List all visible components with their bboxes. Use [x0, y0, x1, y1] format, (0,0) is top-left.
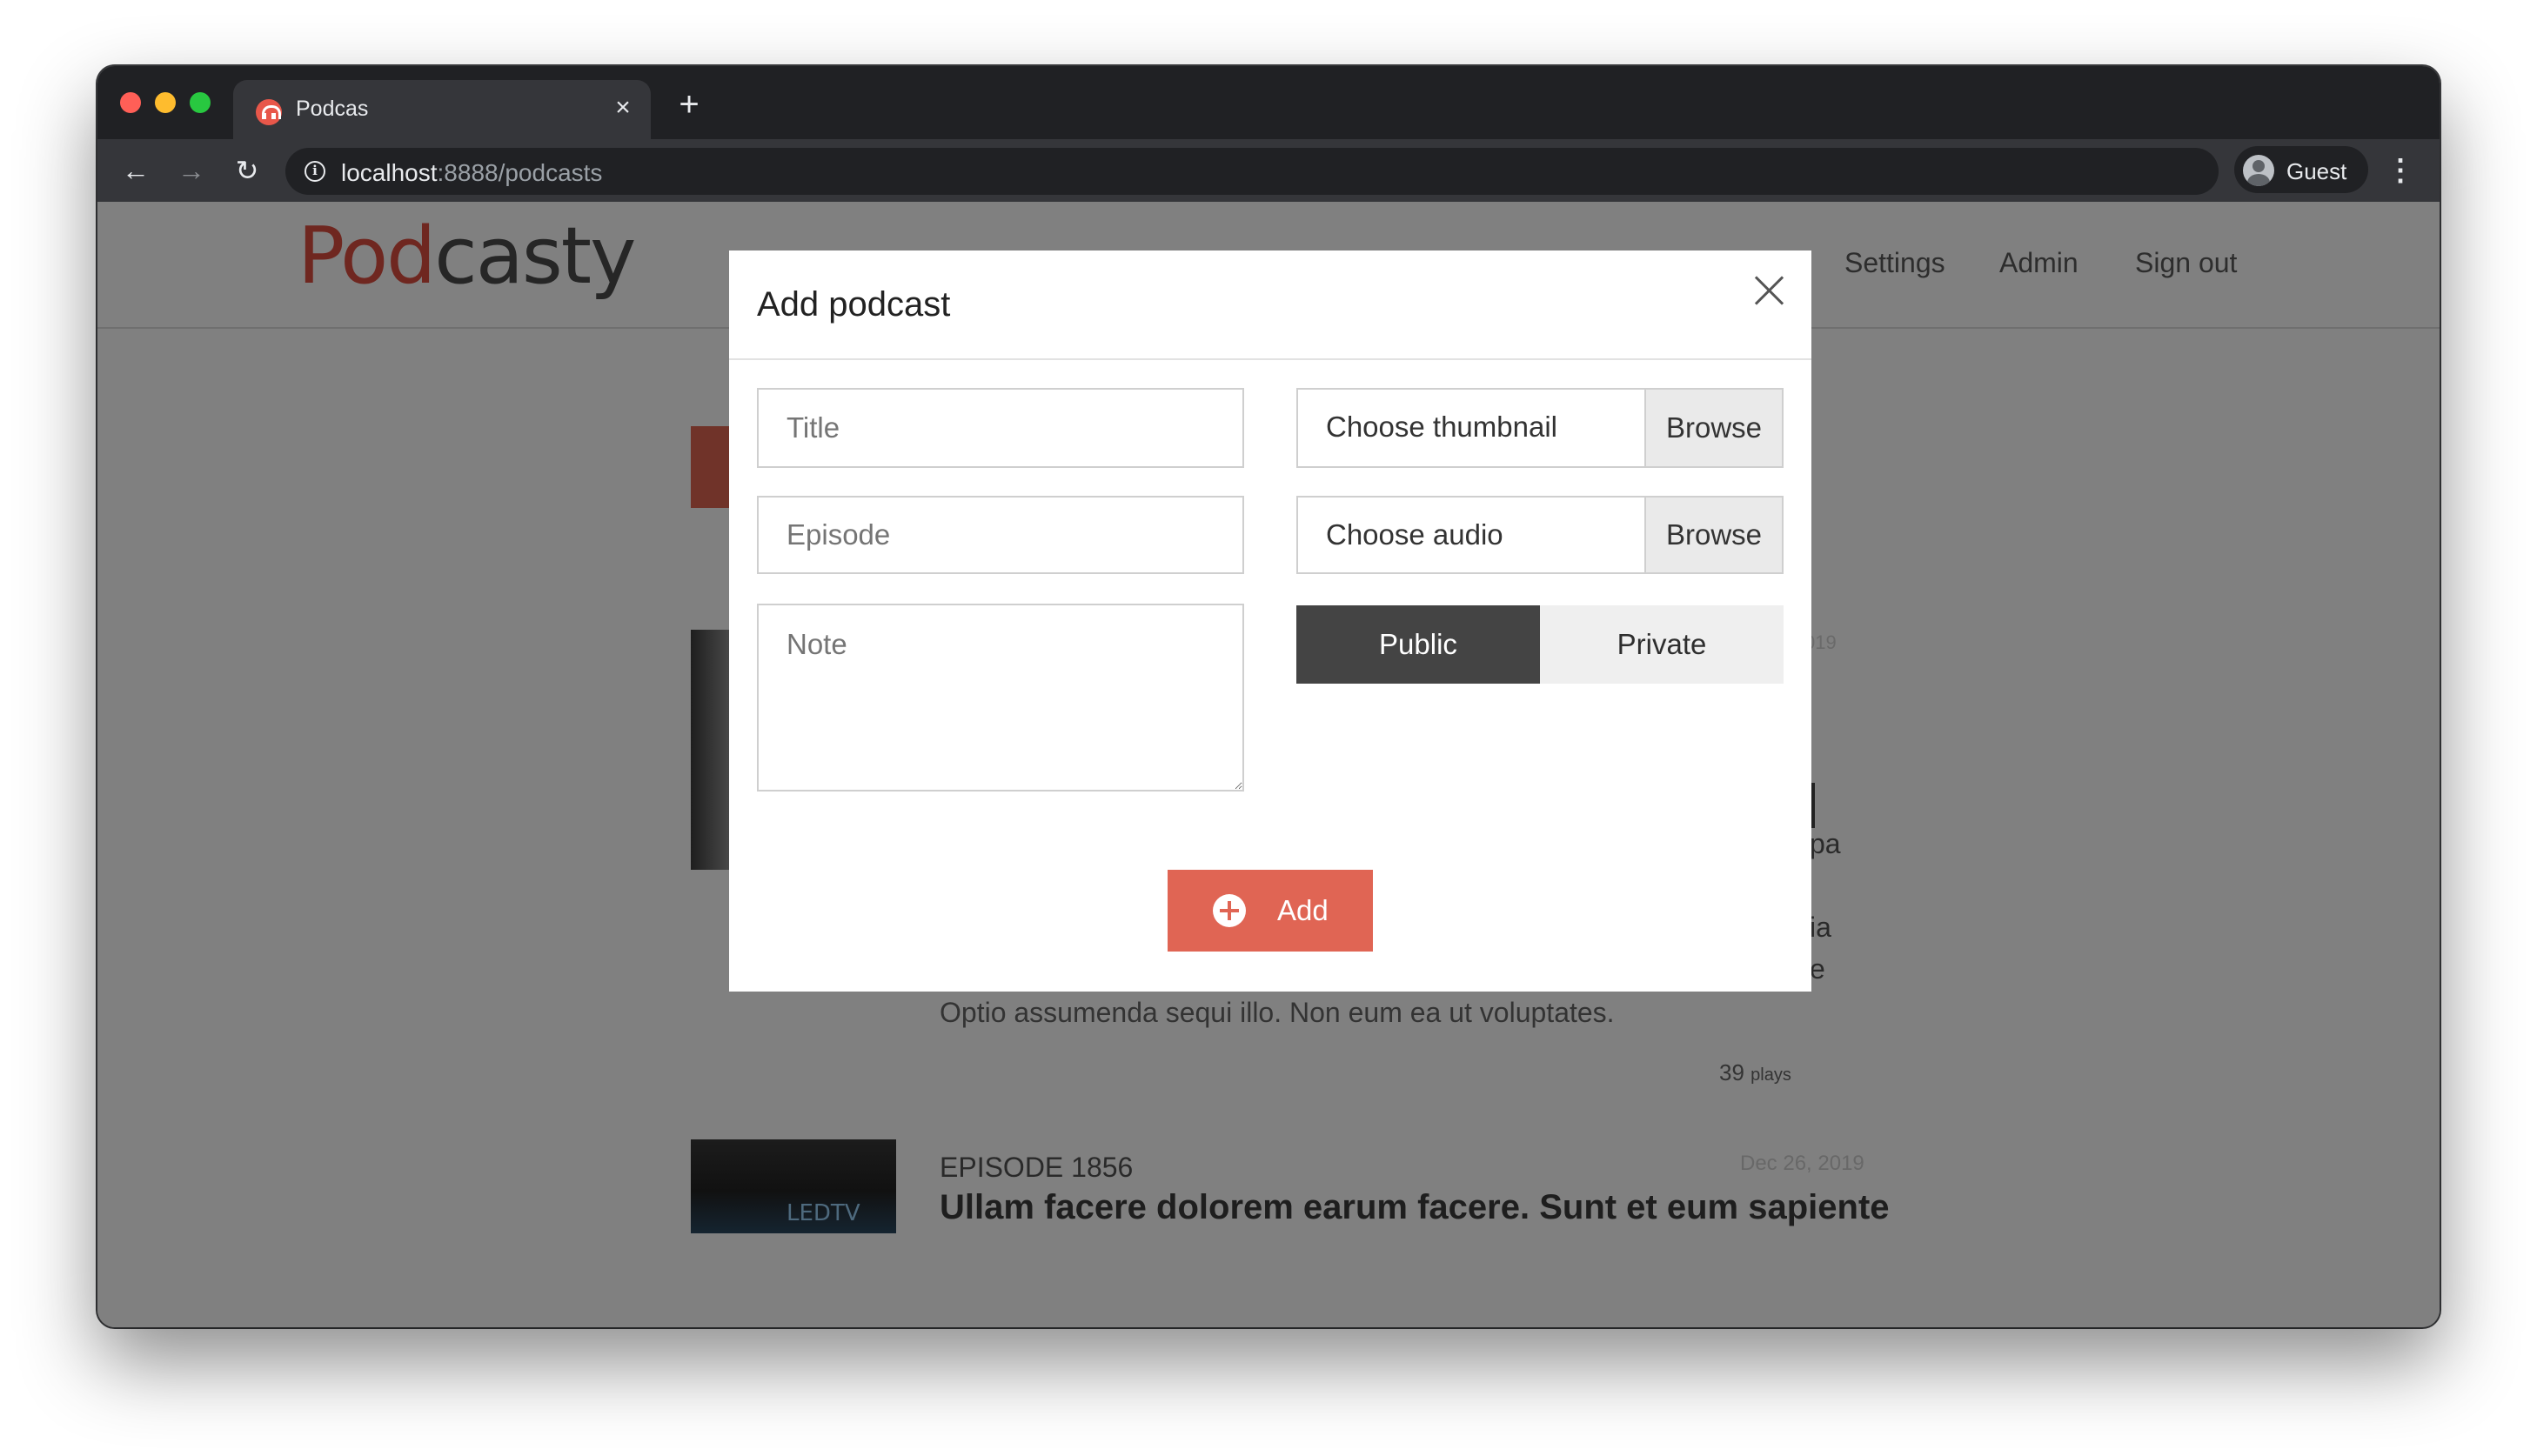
profile-label: Guest	[2286, 158, 2347, 184]
modal-title: Add podcast	[757, 285, 951, 324]
logo-part-2: casty	[434, 210, 636, 302]
kebab-menu-icon[interactable]: ⋮	[2386, 151, 2415, 190]
modal-divider	[729, 358, 1811, 360]
title-bar: Podcas × +	[97, 66, 2440, 139]
close-icon[interactable]	[1750, 271, 1789, 310]
forward-icon[interactable]: →	[172, 151, 211, 190]
site-logo[interactable]: Podcasty	[298, 217, 636, 296]
add-button[interactable]: Add	[1168, 870, 1373, 952]
podcast-favicon	[256, 99, 282, 125]
browser-tab[interactable]: Podcas ×	[233, 80, 651, 139]
browser-toolbar: ← → ↻ i localhost:8888/podcasts Guest ⋮	[97, 139, 2440, 202]
audio-browse-button[interactable]: Browse	[1644, 498, 1782, 572]
episode-description: Optio assumenda sequi illo. Non eum ea u…	[940, 997, 1615, 1028]
nav-settings[interactable]: Settings	[1844, 247, 1945, 279]
reload-icon[interactable]: ↻	[228, 151, 266, 190]
note-textarea[interactable]	[757, 604, 1244, 791]
nav-admin[interactable]: Admin	[1999, 247, 2078, 279]
plays-count: 39 plays	[1719, 1059, 1791, 1086]
info-icon[interactable]: i	[305, 161, 325, 182]
add-button-label: Add	[1277, 894, 1329, 926]
profile-button[interactable]: Guest	[2234, 146, 2368, 193]
thumbnail-text: LEDTV	[787, 1200, 860, 1226]
back-icon[interactable]: ←	[117, 151, 155, 190]
plays-number: 39	[1719, 1059, 1744, 1085]
thumbnail-browse-button[interactable]: Browse	[1644, 390, 1782, 466]
episode-title[interactable]: Ullam facere dolorem earum facere. Sunt …	[940, 1188, 1890, 1227]
episode-thumbnail[interactable]: LEDTV	[691, 1139, 896, 1233]
obscured-text-fragment: pa	[1810, 828, 1841, 859]
nav-sign-out[interactable]: Sign out	[2135, 247, 2237, 279]
private-option[interactable]: Private	[1540, 605, 1784, 684]
zoom-window-button[interactable]	[190, 92, 211, 113]
browser-window: Podcas × + ← → ↻ i localhost:8888/podcas…	[97, 66, 2440, 1327]
title-input[interactable]	[757, 388, 1244, 468]
obscured-text-fragment: e	[1810, 953, 1825, 985]
add-podcast-modal: Add podcast Choose thumbnail Browse Choo…	[729, 250, 1811, 992]
obscured-text-fragment: ia	[1810, 912, 1831, 943]
public-option[interactable]: Public	[1296, 605, 1540, 684]
minimize-window-button[interactable]	[155, 92, 176, 113]
logo-part-1: Pod	[298, 210, 436, 302]
thumbnail-file-label: Choose thumbnail	[1326, 411, 1557, 443]
thumbnail-file-input[interactable]: Choose thumbnail Browse	[1296, 388, 1784, 468]
audio-file-input[interactable]: Choose audio Browse	[1296, 496, 1784, 574]
tab-close-icon[interactable]: ×	[607, 92, 639, 124]
page-content: Podcasty Settings Admin Sign out 019 pa …	[97, 202, 2440, 1327]
new-tab-button[interactable]: +	[672, 87, 706, 124]
url-text[interactable]: localhost:8888/podcasts	[341, 159, 602, 187]
plus-circle-icon	[1213, 894, 1246, 927]
episode-number: EPISODE 1856	[940, 1152, 1134, 1183]
close-window-button[interactable]	[120, 92, 141, 113]
url-host: localhost	[341, 159, 438, 186]
episode-thumbnail	[691, 630, 731, 870]
visibility-toggle: Public Private	[1296, 605, 1784, 684]
tab-title: Podcas	[296, 97, 369, 121]
episode-input[interactable]	[757, 496, 1244, 574]
episode-date: Dec 26, 2019	[1740, 1152, 1864, 1175]
audio-file-label: Choose audio	[1326, 518, 1503, 551]
address-bar[interactable]: i localhost:8888/podcasts	[285, 148, 2219, 195]
profile-icon	[2243, 155, 2274, 186]
url-path: :8888/podcasts	[437, 159, 603, 186]
plays-label: plays	[1750, 1065, 1791, 1085]
